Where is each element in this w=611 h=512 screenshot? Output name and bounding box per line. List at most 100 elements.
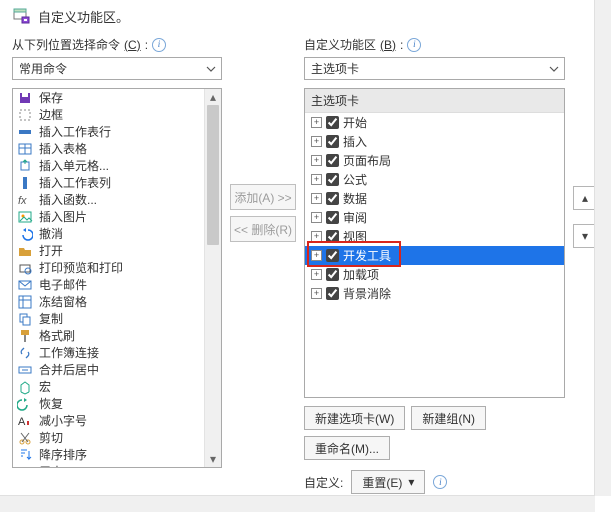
ribbon-tab-item[interactable]: +页面布局	[305, 151, 564, 170]
command-item[interactable]: 打印预览和打印	[13, 259, 221, 276]
ribbon-tab-item[interactable]: + 数据	[305, 189, 564, 208]
command-label: 降序排序	[39, 446, 217, 463]
scroll-up-icon[interactable]: ▴	[205, 89, 221, 105]
info-icon[interactable]: i	[433, 475, 447, 489]
command-item[interactable]: 剪切	[13, 429, 221, 446]
command-item[interactable]: 降序排序	[13, 446, 221, 463]
command-label: 撤消	[39, 225, 202, 242]
tab-checkbox[interactable]	[326, 268, 339, 281]
command-item[interactable]: 工作簿连接	[13, 344, 221, 361]
ribbon-tab-item[interactable]: +开始	[305, 113, 564, 132]
command-item[interactable]: 格式刷	[13, 327, 221, 344]
command-item[interactable]: 撤消▶	[13, 225, 221, 242]
remove-button[interactable]: << 删除(R)	[230, 216, 296, 242]
command-label: 边框	[39, 106, 202, 123]
command-label: 冻结窗格	[39, 293, 202, 310]
command-item[interactable]: 居中	[13, 463, 221, 468]
ribbon-tab-item[interactable]: +开发工具	[305, 246, 564, 265]
command-item[interactable]: fx插入函数...	[13, 191, 221, 208]
insert-cell-icon	[17, 158, 33, 174]
tab-checkbox[interactable]	[326, 287, 339, 300]
command-label: 打印预览和打印	[39, 259, 217, 276]
new-group-button[interactable]: 新建组(N)	[411, 406, 486, 430]
merge-icon	[17, 362, 33, 378]
scroll-down-icon[interactable]: ▾	[205, 451, 221, 467]
ribbon-target-combo[interactable]: 主选项卡	[304, 57, 565, 80]
command-label: 剪切	[39, 429, 217, 446]
commands-source-combo[interactable]: 常用命令	[12, 57, 222, 80]
commands-listbox[interactable]: 保存边框▶插入工作表行插入表格插入单元格...插入工作表列fx插入函数...插入…	[12, 88, 222, 468]
command-item[interactable]: 插入表格	[13, 140, 221, 157]
command-label: 减小字号	[39, 412, 217, 429]
customize-label: 自定义:	[304, 474, 343, 491]
ribbon-tab-item[interactable]: +视图	[305, 227, 564, 246]
tab-label: 加载项	[343, 266, 379, 283]
reset-button[interactable]: 重置(E) ▾	[351, 470, 425, 494]
expand-icon[interactable]: +	[311, 231, 322, 242]
command-item[interactable]: 冻结窗格▶	[13, 293, 221, 310]
info-icon[interactable]: i	[152, 38, 166, 52]
expand-icon[interactable]: +	[311, 136, 322, 147]
tab-checkbox[interactable]	[326, 173, 339, 186]
chevron-down-icon: ▾	[408, 475, 414, 489]
dialog-horizontal-scrollbar[interactable]	[0, 495, 595, 512]
tab-checkbox[interactable]	[326, 249, 339, 262]
chevron-down-icon	[203, 61, 219, 77]
scrollbar-thumb[interactable]	[207, 105, 219, 245]
command-item[interactable]: 宏▶	[13, 378, 221, 395]
command-label: 打开	[39, 242, 217, 259]
new-tab-button[interactable]: 新建选项卡(W)	[304, 406, 405, 430]
rename-button[interactable]: 重命名(M)...	[304, 436, 390, 460]
expand-icon[interactable]: +	[311, 250, 322, 261]
command-item[interactable]: 恢复▶	[13, 395, 221, 412]
tab-checkbox[interactable]	[326, 135, 339, 148]
save-icon	[17, 90, 33, 106]
info-icon[interactable]: i	[407, 38, 421, 52]
expand-icon[interactable]: +	[311, 174, 322, 185]
dialog-vertical-scrollbar[interactable]	[594, 0, 611, 496]
command-item[interactable]: 合并后居中▶	[13, 361, 221, 378]
expand-icon[interactable]: +	[311, 212, 322, 223]
email-icon	[17, 277, 33, 293]
command-label: 电子邮件	[39, 276, 217, 293]
commands-scrollbar[interactable]: ▴ ▾	[204, 89, 221, 467]
ribbon-tree[interactable]: 主选项卡 +开始+插入+页面布局+公式+数据+审阅+视图+开发工具+加载项+背景…	[304, 88, 565, 398]
command-item[interactable]: 打开	[13, 242, 221, 259]
customize-ribbon-dialog: 自定义功能区。 从下列位置选择命令(C): i 常用命令 保存边框▶插入工作表行…	[0, 0, 611, 512]
tab-checkbox[interactable]	[326, 230, 339, 243]
ribbon-tab-item[interactable]: +审阅	[305, 208, 564, 227]
command-item[interactable]: 边框▶	[13, 106, 221, 123]
ribbon-tab-item[interactable]: +公式	[305, 170, 564, 189]
command-item[interactable]: 插入工作表行	[13, 123, 221, 140]
tab-checkbox[interactable]	[326, 154, 339, 167]
insert-row-icon	[17, 124, 33, 140]
sort-desc-icon	[17, 447, 33, 463]
expand-icon[interactable]: +	[311, 117, 322, 128]
command-item[interactable]: A减小字号	[13, 412, 221, 429]
command-label: 保存	[39, 89, 217, 106]
tab-checkbox[interactable]	[326, 116, 339, 129]
tab-label: 插入	[343, 133, 367, 150]
ribbon-tab-item[interactable]: + 插入	[305, 132, 564, 151]
command-item[interactable]: 电子邮件	[13, 276, 221, 293]
ribbon-tab-item[interactable]: +背景消除	[305, 284, 564, 303]
tab-label: 数据	[343, 190, 367, 207]
tab-checkbox[interactable]	[326, 192, 339, 205]
command-item[interactable]: 插入图片	[13, 208, 221, 225]
expand-icon[interactable]: +	[311, 193, 322, 204]
command-item[interactable]: 插入单元格...	[13, 157, 221, 174]
command-item[interactable]: 复制	[13, 310, 221, 327]
command-label: 插入工作表行	[39, 123, 217, 140]
add-button[interactable]: 添加(A) >>	[230, 184, 296, 210]
macro-icon	[17, 379, 33, 395]
tree-header: 主选项卡	[305, 89, 564, 113]
expand-icon[interactable]: +	[311, 155, 322, 166]
command-item[interactable]: 保存	[13, 89, 221, 106]
command-item[interactable]: 插入工作表列	[13, 174, 221, 191]
expand-icon[interactable]: +	[311, 269, 322, 280]
command-label: 插入函数...	[39, 191, 217, 208]
expand-icon[interactable]: +	[311, 288, 322, 299]
tab-checkbox[interactable]	[326, 211, 339, 224]
ribbon-tab-item[interactable]: + 加载项	[305, 265, 564, 284]
commands-panel: 从下列位置选择命令(C): i 常用命令 保存边框▶插入工作表行插入表格插入单元…	[12, 36, 222, 512]
